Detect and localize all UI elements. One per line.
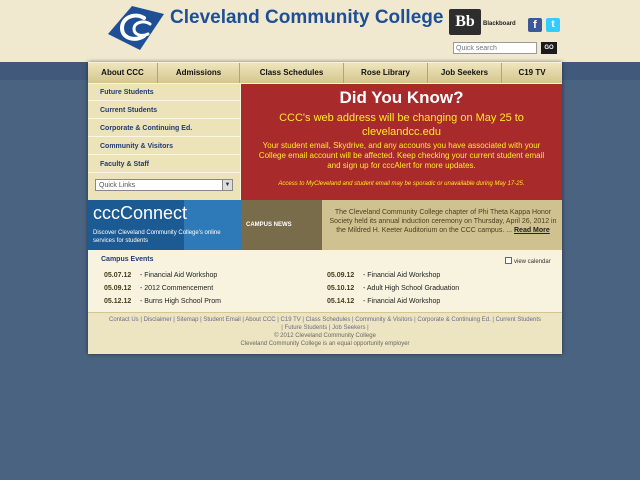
list-item[interactable]: 05.12.12 - Burns High School Prom	[104, 295, 304, 308]
events-list-left: 05.07.12 - Financial Aid Workshop 05.09.1…	[104, 269, 304, 308]
sidebar-item-faculty-staff[interactable]: Faculty & Staff	[88, 156, 240, 173]
facebook-icon[interactable]: f	[528, 18, 542, 32]
calendar-icon	[505, 257, 512, 264]
blackboard-label[interactable]: Blackboard	[483, 21, 516, 27]
nav-tab-admissions[interactable]: Admissions	[158, 63, 240, 83]
event-name: - Financial Aid Workshop	[140, 272, 218, 279]
footer-links[interactable]: Contact Us | Disclaimer | Sitemap | Stud…	[88, 316, 562, 332]
main-nav: About CCC Admissions Class Schedules Ros…	[88, 63, 562, 83]
event-name: - Financial Aid Workshop	[363, 272, 441, 279]
sidebar-item-corporate-continuing-ed[interactable]: Corporate & Continuing Ed.	[88, 120, 240, 137]
campus-news-label: CAMPUS NEWS	[246, 222, 292, 228]
campus-news-header: CAMPUS NEWS	[241, 200, 322, 250]
list-item[interactable]: 05.10.12 - Adult High School Graduation	[327, 282, 527, 295]
sidebar-item-current-students[interactable]: Current Students	[88, 102, 240, 119]
list-item[interactable]: 05.07.12 - Financial Aid Workshop	[104, 269, 304, 282]
read-more-link[interactable]: Read More	[514, 227, 550, 234]
event-name: - Burns High School Prom	[140, 298, 221, 305]
banner-title: Did You Know?	[339, 88, 464, 107]
banner-headline: CCC's web address will be changing on Ma…	[279, 112, 524, 138]
nav-tab-about[interactable]: About CCC	[88, 63, 158, 83]
banner-body: Your student email, Skydrive, and any ac…	[258, 141, 545, 170]
blackboard-icon[interactable]: Bb	[449, 9, 481, 35]
event-date: 05.10.12	[327, 285, 355, 292]
ccc-connect-banner[interactable]: cccConnect Discover Cleveland Community …	[88, 200, 241, 250]
did-you-know-banner[interactable]: Did You Know? CCC's web address will be …	[241, 84, 562, 200]
nav-tab-c19-tv[interactable]: C19 TV	[502, 63, 562, 83]
event-date: 05.07.12	[104, 272, 132, 279]
college-name-logo[interactable]: Cleveland Community College	[170, 7, 443, 29]
ccc-connect-subtitle: Discover Cleveland Community College's o…	[93, 230, 221, 244]
copyright: © 2012 Cleveland Community College	[274, 333, 376, 339]
search-input[interactable]	[453, 42, 537, 54]
event-date: 05.09.12	[327, 272, 355, 279]
events-list-right: 05.09.12 - Financial Aid Workshop 05.10.1…	[327, 269, 527, 308]
event-date: 05.12.12	[104, 298, 132, 305]
event-date: 05.14.12	[327, 298, 355, 305]
banner-note: Access to MyCleveland and student email …	[278, 181, 525, 187]
chevron-down-icon[interactable]: ▼	[222, 180, 232, 190]
event-date: 05.09.12	[104, 285, 132, 292]
campus-events-title: Campus Events	[101, 256, 154, 263]
event-name: - Adult High School Graduation	[363, 285, 460, 292]
footer: Contact Us | Disclaimer | Sitemap | Stud…	[88, 312, 562, 354]
footer-links-line-2[interactable]: | Future Students | Job Seekers |	[88, 324, 562, 332]
list-item[interactable]: 05.09.12 - Financial Aid Workshop	[327, 269, 527, 282]
search-button[interactable]: GO	[541, 42, 557, 54]
list-item[interactable]: 05.14.12 - Financial Aid Workshop	[327, 295, 527, 308]
eeo-statement: Cleveland Community College is an equal …	[240, 341, 410, 347]
college-logo-icon[interactable]	[104, 4, 166, 52]
nav-tab-class-schedules[interactable]: Class Schedules	[240, 63, 344, 83]
sidebar-item-future-students[interactable]: Future Students	[88, 84, 240, 101]
campus-news-panel: The Cleveland Community College chapter …	[322, 200, 562, 250]
quick-links-select[interactable]: Quick Links	[95, 179, 233, 191]
event-name: - 2012 Commencement	[140, 285, 214, 292]
event-name: - Financial Aid Workshop	[363, 298, 441, 305]
view-calendar-label: view calendar	[514, 259, 551, 265]
list-item[interactable]: 05.09.12 - 2012 Commencement	[104, 282, 304, 295]
sidebar-item-community-visitors[interactable]: Community & Visitors	[88, 138, 240, 155]
view-calendar-link[interactable]: view calendar	[505, 257, 551, 265]
footer-links-line-1[interactable]: Contact Us | Disclaimer | Sitemap | Stud…	[88, 316, 562, 324]
twitter-icon[interactable]: t	[546, 18, 560, 32]
ccc-connect-title: cccConnect	[93, 203, 188, 223]
nav-tab-job-seekers[interactable]: Job Seekers	[428, 63, 502, 83]
nav-tab-rose-library[interactable]: Rose Library	[344, 63, 428, 83]
campus-news-text: The Cleveland Community College chapter …	[329, 208, 557, 235]
